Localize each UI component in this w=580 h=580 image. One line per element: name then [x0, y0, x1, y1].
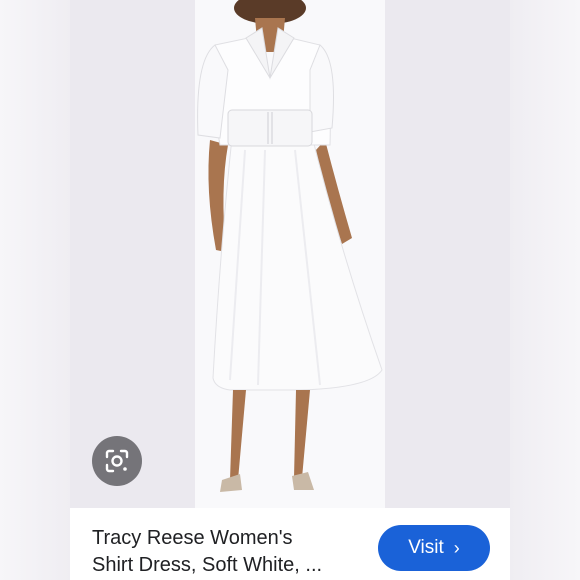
- visit-button-label: Visit: [408, 537, 444, 558]
- product-title[interactable]: Tracy Reese Women's Shirt Dress, Soft Wh…: [92, 525, 362, 579]
- google-lens-button[interactable]: [92, 436, 142, 486]
- product-info-bar: Tracy Reese Women's Shirt Dress, Soft Wh…: [70, 508, 510, 580]
- model-in-white-dress: [197, 0, 383, 492]
- blurred-side-right: [510, 0, 580, 580]
- blurred-side-left: [0, 0, 70, 580]
- visit-button[interactable]: Visit ›: [378, 525, 490, 571]
- product-title-line-1: Tracy Reese Women's: [92, 527, 293, 549]
- chevron-right-icon: ›: [453, 538, 460, 558]
- product-title-line-2: Shirt Dress, Soft White, ...: [92, 554, 323, 576]
- google-lens-icon: [105, 449, 129, 473]
- product-image[interactable]: [70, 0, 510, 508]
